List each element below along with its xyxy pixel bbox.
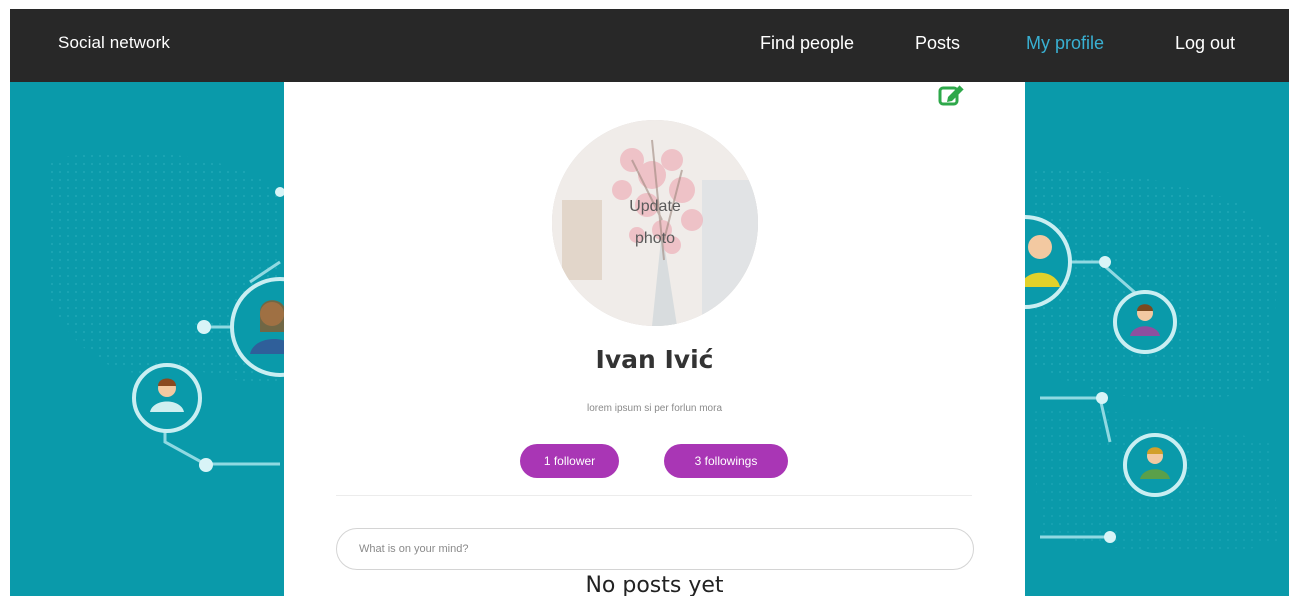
profile-name: Ivan Ivić — [595, 345, 714, 374]
person-avatar-left-small — [132, 363, 202, 433]
nav-my-profile[interactable]: My profile — [1026, 33, 1104, 54]
nav-log-out[interactable]: Log out — [1175, 33, 1235, 54]
profile-bio: lorem ipsum si per forlun mora — [586, 403, 723, 414]
no-posts-message: No posts yet — [585, 573, 724, 596]
profile-card: Update photo Ivan Ivić lorem ipsum si pe… — [284, 82, 1025, 596]
edit-icon — [938, 84, 965, 106]
update-photo-overlay[interactable]: Update photo — [552, 120, 758, 326]
app-frame: Social network Find people Posts My prof… — [10, 9, 1289, 596]
person-avatar-right-mid — [1113, 290, 1177, 354]
person-avatar-right-bottom — [1123, 433, 1187, 497]
section-divider — [336, 495, 972, 496]
edit-profile-button[interactable] — [937, 82, 967, 108]
brand-title[interactable]: Social network — [58, 33, 170, 53]
followings-button[interactable]: 3 followings — [664, 444, 788, 478]
followers-button[interactable]: 1 follower — [520, 444, 619, 478]
profile-avatar[interactable]: Update photo — [552, 120, 758, 326]
top-navbar: Social network Find people Posts My prof… — [10, 9, 1289, 82]
new-post-input[interactable] — [336, 528, 974, 570]
nav-find-people[interactable]: Find people — [760, 33, 854, 54]
nav-posts[interactable]: Posts — [915, 33, 960, 54]
update-photo-label: Update photo — [629, 198, 681, 247]
